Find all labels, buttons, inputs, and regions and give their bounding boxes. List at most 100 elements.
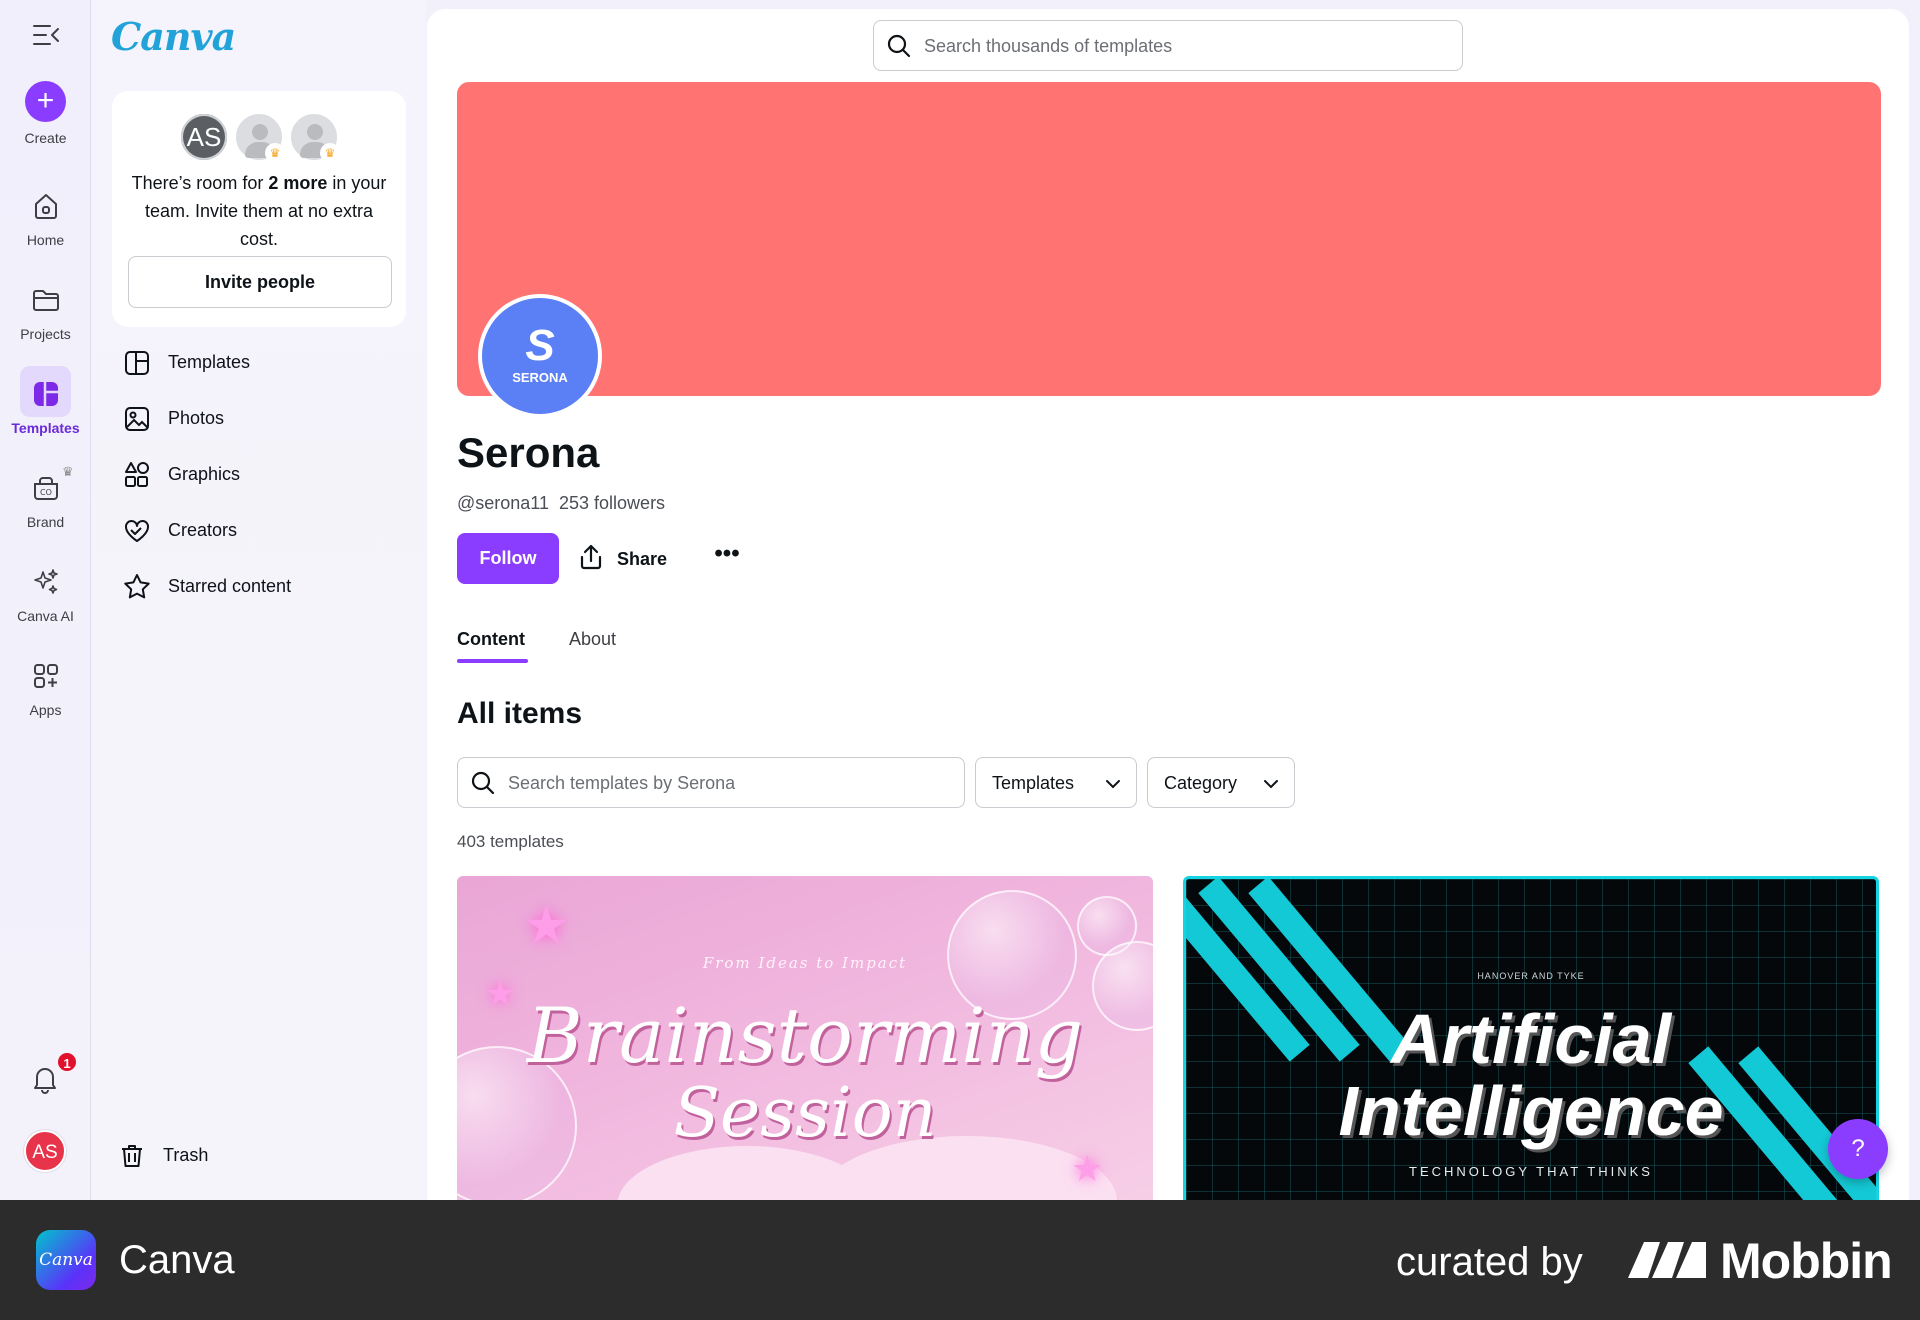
rail-label-templates: Templates xyxy=(11,420,80,436)
invite-people-button[interactable]: Invite people xyxy=(128,256,392,308)
templates-icon xyxy=(30,378,62,410)
team-avatar-placeholder: ♛ xyxy=(233,111,285,163)
brand-icon: CO xyxy=(30,472,62,504)
footer-app-name: Canva xyxy=(119,1238,235,1282)
sidebar-item-label: Templates xyxy=(168,352,251,372)
apps-icon xyxy=(30,660,62,692)
tab-content[interactable]: Content xyxy=(457,629,525,650)
notification-badge: 1 xyxy=(56,1051,78,1073)
sparkle-icon xyxy=(30,566,62,598)
sidebar-item-creators[interactable]: Creators xyxy=(122,512,412,552)
section-title: All items xyxy=(457,697,583,730)
rail-item-apps[interactable]: Apps xyxy=(0,660,91,740)
sidebar-item-label: Trash xyxy=(163,1145,209,1165)
search-placeholder: Search templates by Serona xyxy=(508,773,736,793)
template-count: 403 templates xyxy=(457,832,564,851)
sidebar-item-label: Graphics xyxy=(168,464,241,484)
team-avatars: AS ♛ ♛ xyxy=(178,111,340,165)
rail-label-home: Home xyxy=(26,232,65,248)
crown-icon: ♛ xyxy=(265,143,285,163)
profile-banner xyxy=(457,82,1881,396)
rail-item-canva-ai[interactable]: Canva AI xyxy=(0,566,91,646)
brand-logo: S SERONA xyxy=(478,294,602,418)
team-avatar-owner: AS xyxy=(178,111,230,163)
canva-app-icon: Canva xyxy=(36,1230,96,1290)
folder-icon xyxy=(30,284,62,316)
template-card-artificial-intelligence[interactable]: HANOVER AND TYKE Artificial Intelligence… xyxy=(1183,876,1879,1200)
follow-button[interactable]: Follow xyxy=(457,533,559,584)
card-subtitle: From Ideas to Impact xyxy=(702,954,908,972)
team-invite-card: AS ♛ ♛ There’s room for 2 more in your t… xyxy=(112,91,406,327)
tab-about[interactable]: About xyxy=(569,629,616,650)
card-title-line2: Intelligence xyxy=(1338,1072,1724,1150)
card-title-line1: Brainstorming xyxy=(526,991,1084,1080)
mobbin-logo-icon xyxy=(1628,1242,1706,1278)
attribution-footer: Canva Canva curated by Mobbin xyxy=(0,1200,1920,1320)
collapse-menu-icon[interactable] xyxy=(30,22,62,48)
rail-label-projects: Projects xyxy=(20,326,71,342)
heart-hands-icon xyxy=(122,516,152,546)
profile-handle: @serona11 xyxy=(457,493,549,513)
profile-meta: @serona11 253 followers xyxy=(457,493,665,514)
category-filter-label: Category xyxy=(1164,773,1238,793)
category-filter-dropdown[interactable]: Category xyxy=(1147,757,1295,808)
rail-item-home[interactable]: Home xyxy=(0,190,91,270)
template-card-brainstorming[interactable]: ★ ★ ★ From Ideas to Impact Brainstorming… xyxy=(457,876,1153,1200)
crown-icon: ♛ xyxy=(320,143,340,163)
share-label: Share xyxy=(617,549,668,569)
template-layout-icon xyxy=(122,348,152,378)
rail-label-canva-ai: Canva AI xyxy=(17,608,74,624)
sidebar-item-label: Photos xyxy=(168,408,225,428)
team-invite-message: There’s room for 2 more in your team. In… xyxy=(131,173,387,249)
share-icon xyxy=(580,544,602,570)
search-icon xyxy=(886,33,912,59)
more-options-button[interactable]: ••• xyxy=(707,540,747,578)
home-icon xyxy=(30,190,62,222)
type-filter-dropdown[interactable]: Templates xyxy=(975,757,1137,808)
active-tab-indicator xyxy=(457,659,528,663)
sidebar-item-photos[interactable]: Photos xyxy=(122,400,412,440)
sidebar-item-label: Starred content xyxy=(168,576,292,596)
team-avatar-placeholder: ♛ xyxy=(288,111,340,163)
photo-icon xyxy=(122,404,152,434)
sidebar-item-templates[interactable]: Templates xyxy=(122,344,412,384)
creator-template-search-input[interactable]: Search templates by Serona xyxy=(457,757,965,808)
rail-item-brand[interactable]: ♛ CO Brand xyxy=(0,464,91,552)
crown-icon: ♛ xyxy=(62,464,74,479)
card-title-line2: Session xyxy=(673,1074,937,1153)
main-content: Search thousands of templates S SERONA S… xyxy=(427,9,1909,1200)
star-decoration: ★ xyxy=(523,897,570,955)
rail-item-templates[interactable]: Templates xyxy=(0,366,91,458)
search-icon xyxy=(470,770,496,796)
user-avatar[interactable]: AS xyxy=(24,1130,66,1172)
help-button[interactable]: ? xyxy=(1828,1119,1888,1179)
profile-name: Serona xyxy=(457,429,600,476)
chevron-down-icon xyxy=(1264,780,1278,789)
search-placeholder: Search thousands of templates xyxy=(924,36,1173,56)
rail-label-brand: Brand xyxy=(26,514,65,530)
sidebar-item-label: Creators xyxy=(168,520,238,540)
sidebar-item-trash[interactable]: Trash xyxy=(117,1137,407,1177)
card-kicker: HANOVER AND TYKE xyxy=(1477,971,1585,981)
create-label: Create xyxy=(24,130,67,146)
shapes-icon xyxy=(122,460,152,490)
sidebar-item-graphics[interactable]: Graphics xyxy=(122,456,412,496)
canva-logo[interactable]: Canva xyxy=(111,14,236,59)
trash-icon xyxy=(117,1141,147,1171)
star-icon xyxy=(122,572,152,602)
footer-curated-by: curated by xyxy=(1396,1240,1583,1284)
brand-logo-text: SERONA xyxy=(512,370,568,385)
rail-item-projects[interactable]: Projects xyxy=(0,284,91,364)
card-tagline: TECHNOLOGY THAT THINKS xyxy=(1409,1164,1653,1179)
star-decoration: ★ xyxy=(1071,1148,1104,1189)
brand-logo-mark: S xyxy=(525,321,555,370)
card-title-line1: Artificial xyxy=(1390,1000,1672,1078)
chevron-down-icon xyxy=(1106,780,1120,789)
create-button[interactable]: + xyxy=(25,81,66,122)
template-search-input[interactable]: Search thousands of templates xyxy=(873,20,1463,71)
type-filter-label: Templates xyxy=(992,773,1075,793)
svg-text:CO: CO xyxy=(40,488,52,497)
rail-label-apps: Apps xyxy=(29,702,62,718)
app-rail: + Create Home Projects Templates ♛ CO Br… xyxy=(0,0,91,1200)
sidebar-item-starred[interactable]: Starred content xyxy=(122,568,412,608)
